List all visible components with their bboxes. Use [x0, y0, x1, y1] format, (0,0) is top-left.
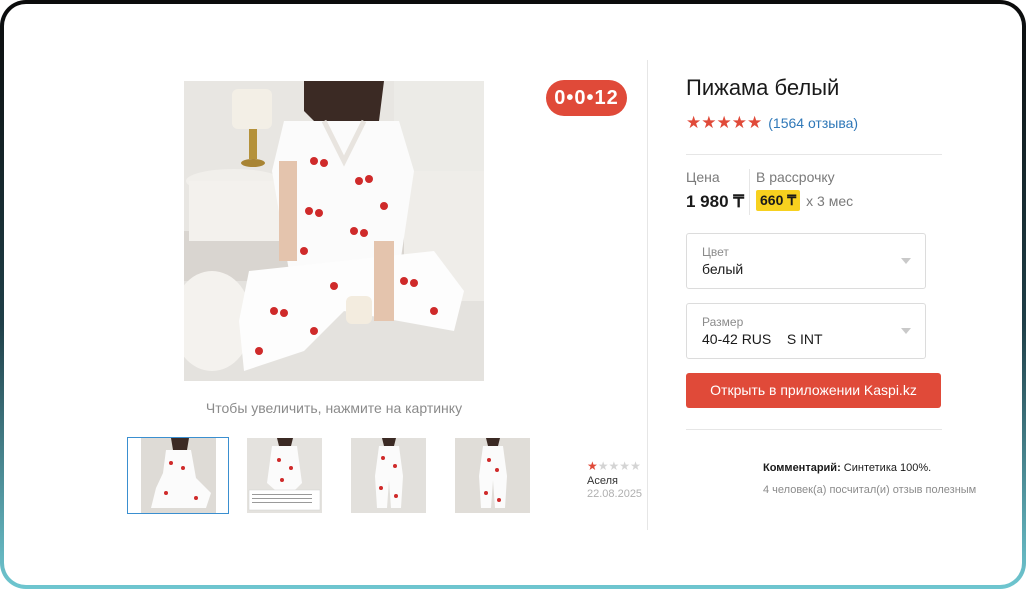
star-icon: ★ [686, 113, 702, 132]
star-icon: ★ [587, 459, 598, 473]
review-date: 22.08.2025 [587, 488, 643, 500]
star-icon: ★ [731, 113, 747, 132]
price-separator [749, 169, 750, 215]
thumbnail-image [454, 438, 530, 513]
color-select-label: Цвет [702, 245, 729, 259]
thumbnail-image [246, 438, 322, 513]
star-empty-icon: ★ [608, 459, 620, 473]
star-icon: ★ [716, 113, 732, 132]
zoom-hint: Чтобы увеличить, нажмите на картинку [205, 400, 463, 416]
product-card: 0•0•12 Чтобы увеличить, нажмите на карти… [4, 4, 1022, 585]
pajama-photo [184, 81, 484, 381]
thumbnail-3[interactable] [337, 437, 439, 514]
thumbnail-image [350, 438, 426, 513]
thumbnail-4[interactable] [441, 437, 543, 514]
rating-stars: ★ ★ ★ ★ ★ [686, 114, 762, 132]
thumbnail-image [140, 438, 216, 513]
review-rating-stars: ★ ★ ★ ★ ★ [587, 460, 641, 472]
rating-row: ★ ★ ★ ★ ★ (1564 отзыва) [686, 114, 858, 132]
star-icon: ★ [701, 113, 717, 132]
window-frame: 0•0•12 Чтобы увеличить, нажмите на карти… [0, 0, 1026, 589]
thumbnail-1[interactable] [127, 437, 229, 514]
price-value: 1 980 ₸ [686, 192, 745, 211]
product-title: Пижама белый [686, 75, 840, 100]
installment-amount: 660 ₸ [756, 190, 801, 211]
thumbnail-2[interactable] [233, 437, 335, 514]
size-select[interactable]: Размер 40-42 RUS S INT [686, 303, 926, 359]
open-in-app-button[interactable]: Открыть в приложении Kaspi.kz [686, 373, 941, 408]
installment-months: х 3 мес [806, 192, 854, 209]
size-select-label: Размер [702, 315, 744, 329]
divider [686, 154, 942, 155]
review-author: Аселя [587, 475, 618, 487]
installment-label: В рассрочку [756, 169, 835, 185]
installment-row: 660 ₸ х 3 мес [756, 190, 853, 211]
price-label: Цена [686, 169, 720, 185]
review-comment-text: Синтетика 100%. [840, 462, 932, 474]
color-select[interactable]: Цвет белый [686, 233, 926, 289]
reviews-link[interactable]: (1564 отзыва) [768, 115, 858, 131]
column-divider [647, 60, 648, 530]
divider [686, 429, 942, 430]
countdown-timer-badge: 0•0•12 [546, 80, 627, 116]
star-icon: ★ [747, 113, 763, 132]
chevron-down-icon [901, 258, 911, 264]
color-select-value: белый [702, 261, 744, 277]
size-select-value: 40-42 RUS S INT [702, 331, 823, 347]
product-main-image[interactable] [184, 81, 484, 381]
star-empty-icon: ★ [619, 459, 631, 473]
star-empty-icon: ★ [597, 459, 609, 473]
star-empty-icon: ★ [630, 459, 641, 473]
review-comment-label: Комментарий: [763, 462, 841, 474]
chevron-down-icon [901, 328, 911, 334]
review-comment: Комментарий: Синтетика 100%. [763, 462, 931, 474]
review-helpful-count: 4 человек(а) посчитал(и) отзыв полезным [763, 484, 977, 496]
